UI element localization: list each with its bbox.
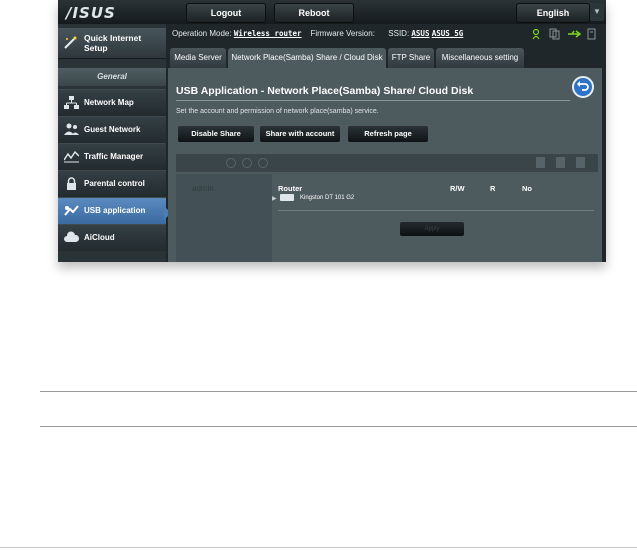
- expand-caret-icon[interactable]: ▶: [272, 195, 277, 202]
- divider: [176, 100, 570, 101]
- modify-account-icon[interactable]: [258, 158, 268, 168]
- back-arrow-icon: [577, 81, 589, 91]
- language-select[interactable]: English: [516, 3, 590, 23]
- client-status-icon[interactable]: [532, 28, 540, 40]
- add-account-icon[interactable]: [226, 158, 236, 168]
- page-title: USB Application - Network Place(Samba) S…: [176, 85, 474, 97]
- reboot-button[interactable]: Reboot: [274, 3, 354, 23]
- content-panel: USB Application - Network Place(Samba) S…: [168, 68, 602, 262]
- add-folder-icon[interactable]: [536, 157, 545, 168]
- account-list: admin: [176, 174, 272, 262]
- sidebar-item-guest-network[interactable]: Guest Network: [58, 116, 166, 143]
- logout-button[interactable]: Logout: [186, 3, 266, 23]
- operation-mode-label: Operation Mode:: [172, 29, 232, 38]
- guest-network-icon: [64, 123, 79, 135]
- chevron-down-icon[interactable]: ▼: [590, 3, 604, 21]
- ssid-label: SSID:: [388, 29, 410, 38]
- delete-account-icon[interactable]: [242, 158, 252, 168]
- usb-status-icon[interactable]: [568, 30, 582, 38]
- copy-status-icon[interactable]: [549, 28, 560, 40]
- share-with-account-button[interactable]: Share with account: [260, 126, 340, 142]
- back-button[interactable]: [572, 76, 594, 98]
- table-toolbar: [176, 154, 598, 172]
- footer-rule: [0, 547, 637, 548]
- sidebar-item-network-map[interactable]: Network Map: [58, 89, 166, 116]
- magic-wand-icon: [64, 36, 77, 49]
- sidebar-item-parental-control[interactable]: Parental control: [58, 170, 166, 197]
- tab-samba-share[interactable]: Network Place(Samba) Share / Cloud Disk: [228, 48, 386, 68]
- sidebar-section-general: General: [58, 68, 166, 86]
- sidebar-item-quick-internet-setup[interactable]: Quick Internet Setup: [58, 28, 166, 59]
- quick-setup-label-line1: Quick Internet: [84, 33, 142, 43]
- page-description: Set the account and permission of networ…: [176, 108, 379, 115]
- sidebar: Quick Internet Setup General Network Map…: [58, 24, 166, 262]
- refresh-page-button[interactable]: Refresh page: [348, 126, 428, 142]
- apply-button[interactable]: Apply: [400, 222, 464, 236]
- sidebar-item-label: Guest Network: [84, 125, 141, 134]
- delete-folder-icon[interactable]: [556, 157, 565, 168]
- usb-drive-icon: [280, 194, 294, 201]
- column-header-router: Router: [278, 184, 303, 193]
- top-bar: /ISUS Logout Reboot English ▼: [58, 0, 606, 24]
- tab-media-server[interactable]: Media Server: [170, 48, 226, 68]
- ssid-2g-link[interactable]: ASUS: [411, 29, 429, 38]
- usb-application-icon: [64, 205, 79, 216]
- drive-label[interactable]: Kingston DT 101 G2: [300, 195, 354, 201]
- traffic-manager-icon: [64, 150, 79, 163]
- horizontal-rule: [40, 426, 637, 427]
- tab-ftp-share[interactable]: FTP Share: [388, 48, 434, 68]
- tab-miscellaneous-setting[interactable]: Miscellaneous setting: [436, 48, 524, 68]
- sidebar-item-aicloud[interactable]: AiCloud: [58, 224, 166, 251]
- column-header-rw: R/W: [450, 184, 465, 193]
- sidebar-item-label: Network Map: [84, 98, 134, 107]
- sidebar-item-label: USB application: [84, 206, 146, 215]
- sidebar-item-label: Parental control: [84, 179, 145, 188]
- divider: [278, 210, 594, 211]
- firmware-version-label: Firmware Version:: [310, 29, 375, 38]
- sidebar-item-traffic-manager[interactable]: Traffic Manager: [58, 143, 166, 170]
- operation-mode-link[interactable]: Wireless router: [234, 29, 302, 38]
- sidebar-item-usb-application[interactable]: USB application: [58, 197, 166, 224]
- account-item-admin[interactable]: admin: [192, 184, 214, 193]
- status-icons: [532, 28, 596, 40]
- printer-status-icon[interactable]: [587, 28, 596, 40]
- router-admin-screenshot: /ISUS Logout Reboot English ▼ Quick Inte…: [58, 0, 606, 262]
- disable-share-button[interactable]: Disable Share: [178, 126, 254, 142]
- quick-setup-label-line2: Setup: [84, 43, 108, 53]
- aicloud-icon: [64, 231, 79, 242]
- horizontal-rule: [40, 391, 637, 392]
- lock-icon: [67, 177, 76, 190]
- sidebar-item-label: AiCloud: [84, 233, 115, 242]
- asus-logo: /ISUS: [66, 4, 116, 22]
- sidebar-item-label: Traffic Manager: [84, 152, 144, 161]
- column-header-no: No: [522, 184, 532, 193]
- ssid-5g-link[interactable]: ASUS_5G: [432, 29, 464, 38]
- modify-folder-icon[interactable]: [576, 157, 585, 168]
- network-map-icon: [64, 96, 79, 109]
- column-header-r: R: [490, 184, 496, 193]
